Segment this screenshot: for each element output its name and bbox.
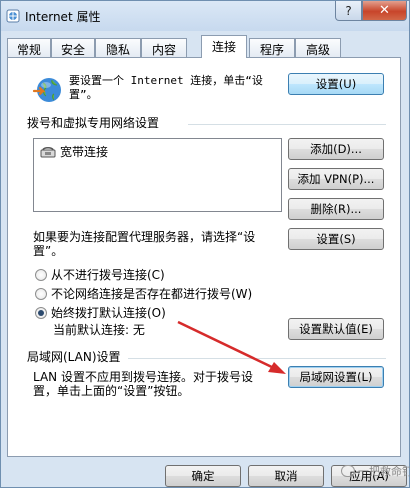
radio-always-dial-indicator[interactable] bbox=[35, 306, 47, 319]
tab-connections[interactable]: 连接 bbox=[201, 35, 247, 58]
current-default-caption: 当前默认连接: bbox=[53, 323, 130, 337]
setup-button[interactable]: 设置(U) bbox=[288, 73, 384, 95]
radio-never-dial[interactable]: 从不进行拨号连接(C) bbox=[35, 266, 165, 283]
current-default-value: 无 bbox=[132, 323, 145, 337]
tab-advanced[interactable]: 高级 bbox=[295, 38, 341, 57]
add-vpn-button[interactable]: 添加 VPN(P)... bbox=[288, 168, 384, 190]
close-button[interactable]: ✕ bbox=[362, 1, 407, 21]
watermark-text: 一把救命钉 bbox=[358, 465, 410, 478]
section-divider bbox=[128, 358, 386, 359]
cancel-button[interactable]: 取消 bbox=[248, 465, 324, 487]
broadband-connection-icon bbox=[40, 146, 56, 157]
ok-button[interactable]: 确定 bbox=[165, 465, 241, 487]
add-button[interactable]: 添加(D)... bbox=[288, 138, 384, 160]
internet-properties-window: Internet 属性 ? ✕ 常规 安全 隐私 内容 连接 程序 高级 要设置… bbox=[0, 0, 410, 488]
lan-settings-button[interactable]: 局域网设置(L) bbox=[288, 366, 384, 388]
tab-general[interactable]: 常规 bbox=[7, 38, 51, 57]
connection-name: 宽带连接 bbox=[60, 145, 109, 159]
radio-never-dial-label: 从不进行拨号连接(C) bbox=[51, 268, 165, 282]
help-button[interactable]: ? bbox=[335, 1, 362, 21]
radio-dial-whenever-label: 不论网络连接是否存在都进行拨号(W) bbox=[51, 287, 253, 301]
watermark-icon bbox=[341, 465, 355, 477]
connection-list[interactable]: 宽带连接 bbox=[33, 138, 282, 212]
tab-security[interactable]: 安全 bbox=[51, 38, 95, 57]
dialup-vpn-heading: 拨号和虚拟专用网络设置 bbox=[27, 116, 160, 130]
setup-description: 要设置一个 Internet 连接，单击“设 置”。 bbox=[69, 74, 263, 101]
remove-button[interactable]: 删除(R)... bbox=[288, 198, 384, 220]
tab-programs[interactable]: 程序 bbox=[249, 38, 295, 57]
connections-panel: 要设置一个 Internet 连接，单击“设 置”。 设置(U) 拨号和虚拟专用… bbox=[7, 57, 401, 457]
radio-always-dial-label: 始终拨打默认连接(O) bbox=[51, 306, 166, 320]
proxy-settings-button[interactable]: 设置(S) bbox=[288, 228, 384, 250]
tab-content[interactable]: 内容 bbox=[141, 38, 187, 57]
lan-heading: 局域网(LAN)设置 bbox=[27, 350, 121, 364]
radio-dial-whenever-indicator[interactable] bbox=[35, 287, 47, 300]
tab-privacy[interactable]: 隐私 bbox=[95, 38, 141, 57]
set-default-button[interactable]: 设置默认值(E) bbox=[288, 318, 384, 340]
list-item[interactable]: 宽带连接 bbox=[40, 143, 108, 160]
lan-description: LAN 设置不应用到拨号连接。对于拨号设 置，单击上面的“设置”按钮。 bbox=[33, 370, 253, 398]
proxy-description: 如果要为连接配置代理服务器，请选择“设 置”。 bbox=[33, 230, 256, 258]
current-default-label: 当前默认连接: 无 bbox=[53, 323, 145, 337]
watermark: 一把救命钉 bbox=[341, 463, 410, 479]
radio-never-dial-indicator[interactable] bbox=[35, 268, 47, 281]
internet-globe-icon bbox=[32, 78, 61, 102]
internet-options-icon bbox=[6, 9, 20, 23]
title-bar[interactable]: Internet 属性 ? ✕ bbox=[1, 1, 409, 31]
window-title: Internet 属性 bbox=[25, 10, 101, 24]
radio-always-dial[interactable]: 始终拨打默认连接(O) bbox=[35, 304, 166, 321]
radio-dial-whenever[interactable]: 不论网络连接是否存在都进行拨号(W) bbox=[35, 285, 252, 302]
section-divider bbox=[188, 124, 386, 125]
